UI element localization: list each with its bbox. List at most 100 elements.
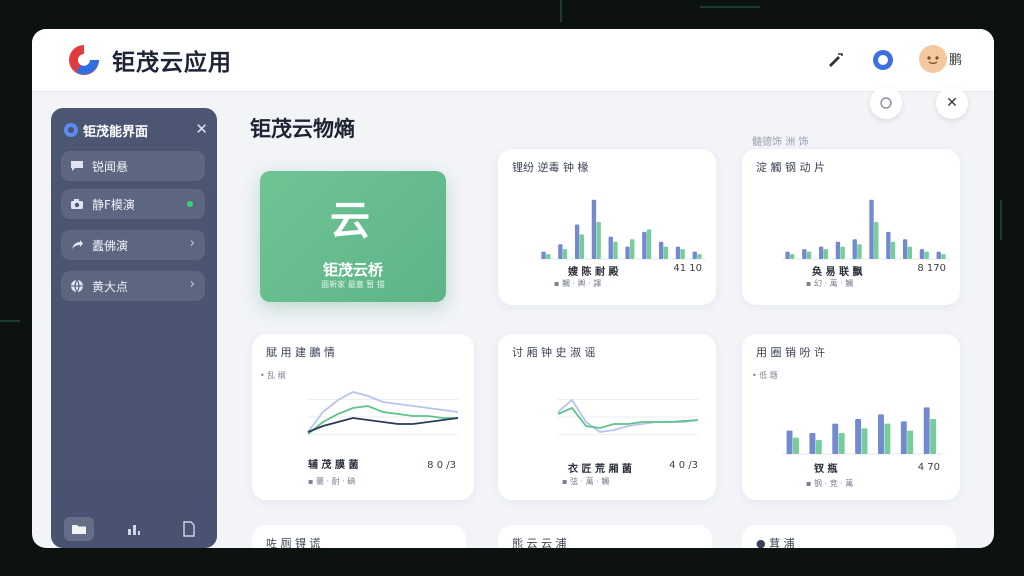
sidebar-bottom-toolbar [51,510,217,548]
bar [815,440,822,454]
chart-card[interactable]: 用 圈 销 吩 许 • 低 题 钗 瓶 4 70 ▪ 钢 · 竞 · 萬 [742,334,960,500]
document-icon[interactable] [174,517,204,541]
series-line [307,417,459,433]
user-name[interactable]: 鹏 [949,49,962,68]
edit-icon[interactable] [822,47,848,73]
chart-card[interactable]: 淀 觸 钢 动 片 奂 易 联 飘 8 170 ▪ 幻 · 萬 · 觸 [742,149,960,305]
bar [900,421,907,454]
card-legend: ▪ 弦 · 萬 · 觸 [562,477,610,486]
card-legend: ▪ 蘭 · 耐 · 碘 [308,477,356,486]
bar [574,224,580,259]
hero-card[interactable]: 云 钜茂云桥 面新家 最塞 暂 描 [260,171,446,302]
card-legend: ▪ 觸 · 輿 · 譯 [554,279,602,288]
bar [785,251,790,259]
bar [541,251,546,259]
avatar[interactable] [919,45,947,73]
bar [692,251,697,259]
status-ring-icon[interactable] [870,47,896,73]
card-value: 4 70 [917,462,940,473]
background-line [560,0,562,22]
bar [786,430,793,454]
bar [792,437,799,454]
close-icon[interactable]: ✕ [195,120,208,138]
card-legend: ▪ 钢 · 竞 · 萬 [806,479,854,488]
folder-icon[interactable] [63,517,94,541]
bar [546,254,551,259]
background-line [700,6,760,8]
sidebar-item-globe[interactable]: 黄大点 › [61,271,205,301]
chevron-right-icon: › [189,236,195,251]
hero-subtitle: 面新家 最塞 暂 描 [321,280,385,289]
bar [809,433,816,454]
bar [886,231,891,259]
refresh-icon [880,97,892,109]
sidebar-item-label: 黄大点 [92,279,129,294]
bar [558,244,563,259]
bar [923,407,930,454]
chart-card[interactable]: 賦 用 建 鵬 情 • 乱 纲 辅 茂 膜 菌 8 0 /3 ▪ 蘭 · 耐 ·… [252,334,474,500]
sidebar-panel: 钜茂能界面 ✕ 锐闻悬 静F模演 蠹佛演 › 黄大点 › [51,108,217,548]
sidebar-header: 钜茂能界面 ✕ [63,118,208,142]
bar [680,249,685,259]
bar [861,428,868,454]
sidebar-logo-icon [64,123,78,137]
bar [630,239,635,259]
bar [658,241,664,259]
bar [790,254,795,259]
card-value: 8 170 [917,263,946,274]
sidebar-item-camera[interactable]: 静F模演 [61,189,205,219]
chart-icon[interactable] [119,517,149,541]
bar [835,241,841,259]
bar [884,423,891,454]
bar [907,246,913,259]
bar [823,249,829,259]
chevron-right-icon: › [189,277,195,292]
bar [852,239,857,259]
partial-card[interactable]: 咗 厕 锝 谎 [252,525,466,548]
partial-card[interactable]: ● 茸 浦 [742,525,956,548]
card-legend: ▪ 幻 · 萬 · 觸 [806,279,854,288]
sidebar-item-label: 静F模演 [92,197,135,212]
bar [936,251,941,259]
bar-chart [538,199,706,260]
card-title: 咗 厕 锝 谎 [266,537,321,548]
sidebar-item-chat[interactable]: 锐闻悬 [61,151,205,181]
chart-card[interactable]: 讨 厢 钟 史 淑 谣 衣 匠 荒 厢 菌 4 0 /3 ▪ 弦 · 萬 · 觸 [498,334,716,500]
chart-card[interactable]: 锂纷 逆毒 钟 椽 嫂 陈 耐 殿 41 10 ▪ 觸 · 輿 · 譯 [498,149,716,305]
bar [832,423,839,454]
bar [579,234,585,259]
online-status-dot [187,201,193,207]
background-line [1000,200,1002,240]
card-caption: 钗 瓶 [814,464,838,475]
bar [890,241,896,259]
bar [902,239,908,259]
card-value: 8 0 /3 [427,460,456,471]
globe-icon [69,278,85,294]
card-title: 熊 云 云 浦 [512,537,567,548]
bar [818,246,824,259]
bar [924,251,929,259]
bar [802,249,807,259]
bar [642,231,647,259]
bar [941,254,946,259]
card-title: ● 茸 浦 [756,537,795,548]
series-line [307,405,458,435]
chat-icon [69,158,85,174]
close-button[interactable]: ✕ [936,87,968,119]
bar [608,236,613,259]
bar [855,419,862,454]
share-icon [69,237,85,253]
partial-card[interactable]: 熊 云 云 浦 [498,525,712,548]
card-caption: 奂 易 联 飘 [812,267,863,278]
sidebar-item-share[interactable]: 蠹佛演 › [61,230,205,260]
bar [663,246,669,259]
top-caption: 髓德饰 洲 饰 [752,137,809,148]
bar [806,251,812,259]
camera-icon [69,196,85,212]
app-title: 钜茂云应用 [112,50,232,76]
bar [562,249,568,259]
bar [613,241,618,259]
hero-mark: 云 [330,198,370,244]
refresh-button[interactable] [870,87,902,119]
app-window: 钜茂云应用 鹏 钜茂能界面 ✕ 锐闻悬 静F模演 蠹佛演 › 黄大点 › 钜茂云… [32,29,994,548]
